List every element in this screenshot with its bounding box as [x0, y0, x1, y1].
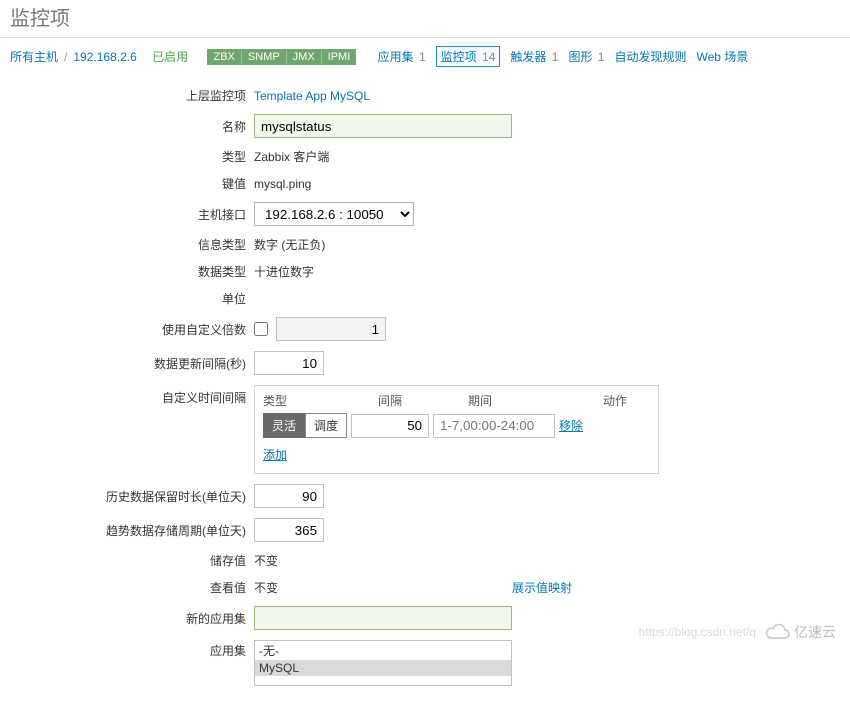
- status-enabled: 已启用: [152, 48, 188, 65]
- interval-box: 类型 间隔 期间 动作 灵活 调度 移除 添加: [254, 385, 659, 474]
- type-value: Zabbix 客户端: [254, 148, 329, 165]
- multiplier-input[interactable]: [276, 317, 386, 341]
- apps-opt-mysql[interactable]: MySQL: [255, 660, 511, 676]
- ih-type: 类型: [263, 392, 378, 409]
- page-title: 监控项: [0, 0, 850, 38]
- trends-input[interactable]: [254, 518, 324, 542]
- watermark-url: https://blog.csdn.net/q: [639, 625, 756, 639]
- datatype-value: 十进位数字: [254, 263, 314, 280]
- label-custom-interval: 自定义时间间隔: [0, 385, 254, 406]
- watermark: https://blog.csdn.net/q 亿速云: [639, 622, 836, 642]
- watermark-logo: 亿速云: [764, 622, 836, 642]
- label-datatype: 数据类型: [0, 263, 254, 280]
- history-input[interactable]: [254, 484, 324, 508]
- new-app-input[interactable]: [254, 606, 512, 630]
- hostif-select[interactable]: 192.168.2.6 : 10050: [254, 202, 414, 226]
- interface-tags: ZBX SNMP JMX IPMI: [207, 49, 356, 65]
- tab-web[interactable]: Web 场景: [697, 48, 749, 65]
- breadcrumb-sep: /: [64, 50, 67, 64]
- ih-period: 期间: [468, 392, 603, 409]
- breadcrumb: 所有主机 / 192.168.2.6 已启用 ZBX SNMP JMX IPMI…: [0, 38, 850, 75]
- tab-graphs[interactable]: 图形 1: [568, 48, 604, 65]
- label-update-interval: 数据更新间隔(秒): [0, 355, 254, 372]
- cloud-icon: [764, 623, 792, 641]
- label-key: 键值: [0, 175, 254, 192]
- tag-zbx: ZBX: [207, 49, 240, 65]
- ih-interval: 间隔: [378, 392, 468, 409]
- show-value-map-link[interactable]: 展示值映射: [512, 579, 572, 596]
- label-show: 查看值: [0, 579, 254, 596]
- tab-apps[interactable]: 应用集 1: [378, 48, 426, 65]
- label-name: 名称: [0, 118, 254, 135]
- parent-template-link[interactable]: Template App MySQL: [254, 89, 370, 103]
- tag-snmp: SNMP: [241, 49, 286, 65]
- update-interval-input[interactable]: [254, 351, 324, 375]
- tab-discovery[interactable]: 自动发现规则: [614, 48, 686, 65]
- multiplier-checkbox[interactable]: [254, 322, 268, 336]
- breadcrumb-all-hosts[interactable]: 所有主机: [10, 48, 58, 65]
- label-type: 类型: [0, 148, 254, 165]
- label-new-app: 新的应用集: [0, 610, 254, 627]
- key-value: mysql.ping: [254, 177, 311, 191]
- breadcrumb-host[interactable]: 192.168.2.6: [73, 50, 136, 64]
- apps-opt-none[interactable]: -无-: [255, 641, 511, 660]
- label-multiplier: 使用自定义倍数: [0, 321, 254, 338]
- seg-schedule[interactable]: 调度: [305, 413, 347, 438]
- interval-period-input[interactable]: [433, 414, 555, 438]
- seg-flexible[interactable]: 灵活: [263, 413, 305, 438]
- interval-type-segment: 灵活 调度: [263, 413, 347, 438]
- tag-ipmi: IPMI: [321, 49, 357, 65]
- interval-add-link[interactable]: 添加: [263, 446, 287, 463]
- name-input[interactable]: [254, 114, 512, 138]
- form: 上层监控项 Template App MySQL 名称 类型 Zabbix 客户…: [0, 75, 850, 716]
- label-history: 历史数据保留时长(单位天): [0, 488, 254, 505]
- tab-items[interactable]: 监控项 14: [436, 46, 501, 67]
- tag-jmx: JMX: [286, 49, 321, 65]
- tab-triggers[interactable]: 触发器 1: [510, 48, 558, 65]
- store-value: 不变: [254, 552, 278, 569]
- interval-remove-link[interactable]: 移除: [559, 417, 583, 434]
- label-trends: 趋势数据存储周期(单位天): [0, 522, 254, 539]
- label-units: 单位: [0, 290, 254, 307]
- label-parent: 上层监控项: [0, 87, 254, 104]
- label-store: 储存值: [0, 552, 254, 569]
- ih-action: 动作: [603, 392, 648, 409]
- show-value: 不变: [254, 579, 504, 596]
- interval-value-input[interactable]: [351, 414, 429, 438]
- label-infotype: 信息类型: [0, 236, 254, 253]
- infotype-value: 数字 (无正负): [254, 236, 325, 253]
- label-hostif: 主机接口: [0, 206, 254, 223]
- apps-select[interactable]: -无- MySQL: [254, 640, 512, 686]
